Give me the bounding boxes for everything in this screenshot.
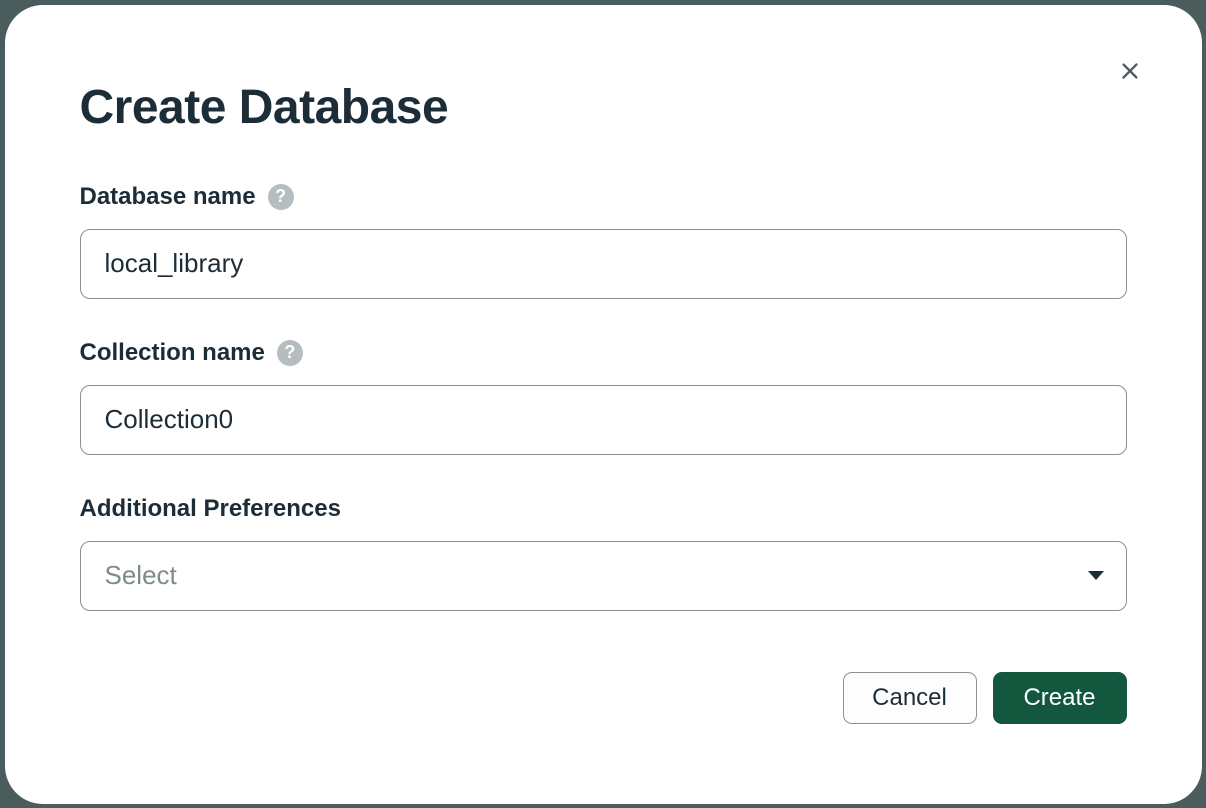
database-name-input[interactable] bbox=[80, 229, 1127, 299]
preferences-placeholder: Select bbox=[105, 560, 177, 591]
preferences-label: Additional Preferences bbox=[80, 495, 341, 523]
preferences-group: Additional Preferences Select bbox=[80, 495, 1127, 611]
collection-name-group: Collection name ? bbox=[80, 339, 1127, 455]
collection-name-input[interactable] bbox=[80, 385, 1127, 455]
database-name-label: Database name bbox=[80, 183, 256, 211]
modal-title: Create Database bbox=[80, 80, 1127, 135]
preferences-select[interactable]: Select bbox=[80, 541, 1127, 611]
help-icon[interactable]: ? bbox=[277, 340, 303, 366]
create-database-modal: Create Database Database name ? Collecti… bbox=[5, 5, 1202, 804]
close-button[interactable] bbox=[1110, 53, 1150, 93]
database-name-group: Database name ? bbox=[80, 183, 1127, 299]
close-icon bbox=[1116, 57, 1144, 88]
modal-footer: Cancel Create bbox=[843, 672, 1127, 724]
help-icon[interactable]: ? bbox=[268, 184, 294, 210]
create-button[interactable]: Create bbox=[993, 672, 1127, 724]
cancel-button[interactable]: Cancel bbox=[843, 672, 977, 724]
collection-name-label: Collection name bbox=[80, 339, 265, 367]
